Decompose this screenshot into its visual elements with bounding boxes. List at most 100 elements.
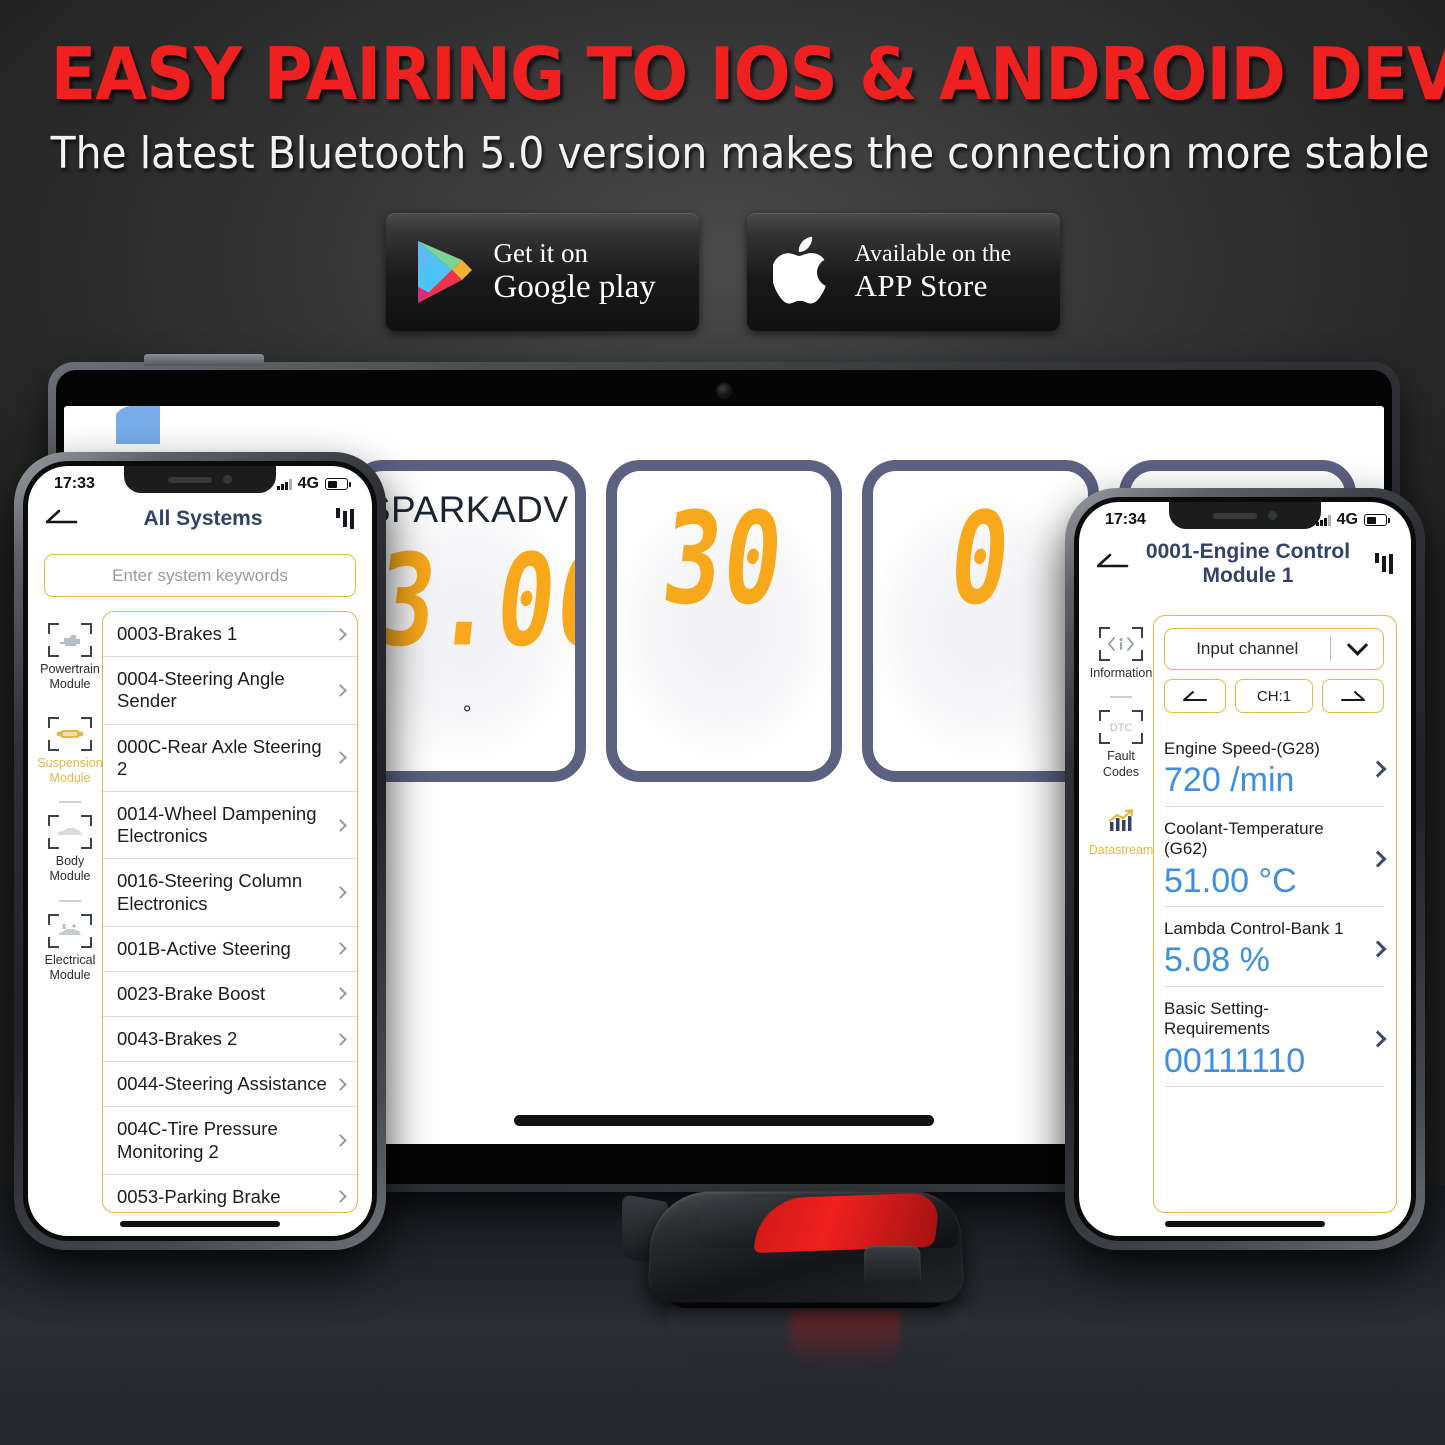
chevron-right-icon [1369, 850, 1387, 868]
input-channel-label: Input channel [1196, 639, 1299, 659]
badge-line-2: APP Store [854, 268, 988, 304]
chevron-right-icon [334, 1190, 347, 1204]
page-title: 0001-Engine Control Module 1 [1145, 540, 1351, 587]
battery-icon [325, 478, 351, 490]
more-menu-icon[interactable] [326, 508, 354, 530]
prev-channel-button[interactable] [1164, 679, 1226, 714]
app-store-badge[interactable]: Available on the APP Store [746, 213, 1060, 331]
phone-left-screen: 17:33 4G All Systems Enter system keywor… [28, 466, 372, 1236]
datastream-row[interactable]: Engine Speed-(G28) 720 /min [1164, 727, 1387, 807]
badge-line-1: Available on the [854, 240, 1012, 267]
sidebar-item-electrical[interactable]: Electrical Module [38, 902, 102, 996]
datastream-row[interactable]: Lambda Control-Bank 1 5.08 % [1164, 907, 1387, 987]
current-channel-label[interactable]: CH:1 [1235, 679, 1313, 714]
datastream-row[interactable]: Coolant-Temperature (G62) 51.00 °C [1164, 807, 1387, 907]
list-item[interactable]: 0004-Steering Angle Sender [103, 657, 357, 725]
list-item[interactable]: 0053-Parking Brake [103, 1175, 357, 1212]
list-item-label: 0003-Brakes 1 [117, 623, 238, 644]
badge-line-1: Get it on [493, 237, 589, 268]
sidebar-item-label: Powertrain Module [40, 662, 100, 692]
list-item[interactable]: 001B-Active Steering [103, 927, 357, 972]
gauge-card[interactable]: 30 [605, 460, 843, 782]
sidebar-item-information[interactable]: Information [1089, 615, 1153, 693]
list-item[interactable]: 0044-Steering Assistance [103, 1062, 357, 1108]
page-subtitle: The latest Bluetooth 5.0 version makes t… [50, 128, 1430, 179]
chevron-right-icon [334, 886, 347, 899]
sidebar-item-label: Electrical Module [44, 952, 96, 982]
chart-up-icon [1099, 804, 1143, 838]
gauge-card[interactable]: 0 [862, 460, 1100, 782]
dtc-icon: DTC [1099, 710, 1143, 745]
module-sidebar: Information DTC Fault Codes Datastream [1089, 615, 1153, 1213]
datastream-label: Lambda Control-Bank 1 [1164, 918, 1344, 938]
page-title: EASY PAIRING TO IOS & ANDROID DEVICES [50, 32, 1445, 116]
list-item[interactable]: 0023-Brake Boost [103, 972, 357, 1018]
chevron-right-icon [334, 684, 347, 697]
list-item[interactable]: 0003-Brakes 1 [103, 612, 357, 658]
list-item-label: 0004-Steering Angle Sender [117, 668, 285, 712]
speaker-icon [168, 476, 212, 483]
datastream-value: 720 /min [1164, 761, 1295, 800]
google-play-icon [412, 237, 476, 307]
speaker-icon [1213, 512, 1257, 519]
datastream-main: Lambda Control-Bank 1 5.08 % [1164, 919, 1364, 980]
list-item[interactable]: 0014-Wheel Dampening Electronics [103, 792, 357, 860]
chevron-right-icon [1369, 1030, 1387, 1048]
list-item[interactable]: 004C-Tire Pressure Monitoring 2 [103, 1107, 357, 1175]
chevron-right-icon [334, 751, 347, 765]
tablet-tab-gap [108, 406, 116, 444]
home-indicator[interactable] [120, 1221, 280, 1227]
search-placeholder: Enter system keywords [112, 565, 288, 585]
sidebar-item-suspension[interactable]: Suspension Module [37, 705, 103, 799]
car-body-icon [48, 815, 92, 849]
obd2-bluetooth-dongle [622, 1162, 992, 1386]
content-area: Information DTC Fault Codes Datastream I… [1079, 597, 1411, 1213]
sidebar-item-label: Body Module [49, 854, 91, 884]
sidebar-item-body[interactable]: Body Module [38, 803, 102, 897]
nav-bar: All Systems [28, 500, 372, 544]
sidebar-item-powertrain[interactable]: Powertrain Module [38, 611, 102, 705]
datastream-label: Coolant-Temperature (G62) [1164, 818, 1324, 859]
chevron-down-icon[interactable] [1331, 634, 1383, 657]
list-item[interactable]: 0043-Brakes 2 [103, 1017, 357, 1063]
tablet-tab-indicator [112, 406, 160, 444]
status-time: 17:34 [1105, 511, 1146, 528]
sidebar-item-datastream[interactable]: Datastream [1089, 792, 1153, 870]
front-camera-icon [1268, 511, 1277, 520]
more-menu-icon[interactable] [1365, 552, 1393, 575]
datastream-value: 00111110 [1164, 1041, 1306, 1080]
list-item-label: 0016-Steering Column Electronics [117, 870, 303, 914]
google-play-badge[interactable]: Get it on Google play [385, 213, 699, 331]
home-indicator[interactable] [1165, 1221, 1325, 1227]
store-badges: Get it on Google play Available on the A… [0, 213, 1445, 331]
sidebar-item-label: Information [1089, 666, 1153, 681]
network-label: 4G [1336, 511, 1358, 528]
info-icon [1099, 627, 1143, 662]
phone-right-device: 17:34 4G 0001-Engine Control Module 1 In… [1065, 488, 1425, 1250]
back-arrow-icon[interactable] [45, 508, 80, 531]
chevron-right-icon [334, 942, 347, 956]
search-input[interactable]: Enter system keywords [44, 554, 356, 597]
datastream-value: 5.08 % [1164, 941, 1270, 980]
list-item[interactable]: 0016-Steering Column Electronics [103, 859, 357, 927]
chevron-right-icon [334, 1134, 347, 1147]
list-item[interactable]: 000C-Rear Axle Steering 2 [103, 725, 357, 792]
input-channel-select[interactable]: Input channel [1164, 628, 1384, 671]
channel-nav: CH:1 [1164, 679, 1384, 714]
sidebar-item-fault-codes[interactable]: DTC Fault Codes [1089, 698, 1153, 792]
tablet-hinge-nub [144, 354, 264, 366]
next-channel-button[interactable] [1322, 679, 1384, 714]
datastream-main: Coolant-Temperature (G62) 51.00 °C [1164, 819, 1364, 900]
battery-icon [1364, 514, 1390, 526]
tablet-home-indicator[interactable] [514, 1115, 934, 1126]
phone-right-bezel: 17:34 4G 0001-Engine Control Module 1 In… [1074, 497, 1416, 1241]
list-item-label: 004C-Tire Pressure Monitoring 2 [117, 1118, 278, 1162]
dongle-reflection-red [790, 1310, 900, 1368]
datastream-main: Basic Setting-Requirements 00111110 [1164, 999, 1364, 1080]
sidebar-item-label: Fault Codes [1102, 749, 1140, 779]
gauge-value: 30 [656, 485, 792, 633]
back-arrow-icon[interactable] [1096, 552, 1131, 575]
datastream-row[interactable]: Basic Setting-Requirements 00111110 [1164, 987, 1387, 1087]
chevron-right-icon [334, 987, 347, 1001]
content-area: Powertrain Module Suspension Module Body… [28, 597, 372, 1213]
